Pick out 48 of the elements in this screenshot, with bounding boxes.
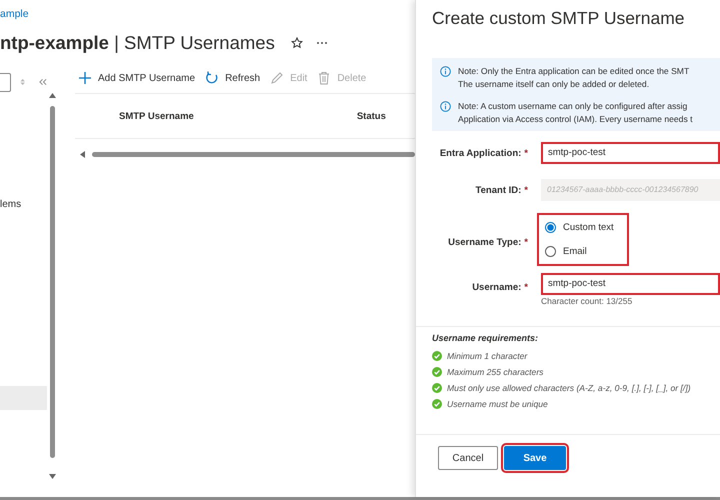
radio-label[interactable]: Custom text [563, 222, 614, 233]
panel-title: Create custom SMTP Username [432, 8, 686, 30]
page-title: ntp-example | SMTP Usernames [0, 32, 275, 54]
collapse-icon [39, 78, 48, 86]
requirement-text: Username must be unique [447, 399, 548, 409]
info-icon [440, 101, 451, 112]
scrollbar-thumb[interactable] [50, 106, 55, 458]
field-label: Tenant ID: [476, 184, 522, 196]
input-field[interactable]: smtp-poc-test [541, 142, 720, 164]
star-icon [290, 37, 303, 49]
requirement-text: Maximum 255 characters [447, 367, 544, 377]
radio-button[interactable] [545, 246, 556, 257]
note-text: Note: A custom username can only be configured after assig Application via Access control (IAM). Every username needs t [458, 100, 693, 125]
breadcrumb-link[interactable]: ample [0, 8, 29, 21]
input-field[interactable]: smtp-poc-test [541, 273, 720, 295]
trash-icon [317, 71, 332, 85]
toolbar-button[interactable]: Refresh [205, 71, 260, 85]
character-count: Character count: 13/255 [541, 296, 634, 306]
column-header[interactable]: SMTP Username [119, 110, 194, 122]
required-mark: * [524, 184, 528, 196]
requirements-heading: Username requirements: [432, 333, 540, 343]
field-label: Entra Application: [440, 148, 522, 158]
pencil-icon [270, 71, 284, 85]
sort-icon [20, 78, 26, 86]
scroll-down-icon [49, 474, 56, 479]
save-button[interactable]: Save [504, 446, 566, 470]
required-mark: * [524, 282, 528, 293]
required-mark: * [524, 148, 528, 158]
sidebar-item[interactable]: lems [0, 195, 47, 215]
scrollbar-thumb[interactable] [92, 152, 415, 157]
scroll-up-icon [49, 93, 56, 98]
search-field[interactable] [0, 72, 11, 92]
field-label: Username Type: [448, 236, 522, 248]
cancel-button[interactable]: Cancel [438, 446, 498, 470]
field-label: Username: [472, 282, 522, 293]
column-header[interactable]: Status [356, 110, 386, 122]
required-mark: * [524, 236, 528, 248]
refresh-icon [205, 71, 220, 85]
plus-icon [78, 71, 92, 85]
radio-label[interactable]: Email [563, 246, 587, 257]
requirement-text: Minimum 1 character [447, 351, 528, 361]
toolbar-button[interactable]: Add SMTP Username [78, 71, 196, 85]
radio-button[interactable] [545, 222, 556, 233]
requirement-text: Must only use allowed characters (A-Z, a-z, 0-9, [.], [-], [_], or [/]) [447, 383, 691, 393]
scroll-left-icon [80, 151, 85, 158]
more-icon [316, 41, 328, 45]
info-icon [440, 66, 451, 77]
note-text: Note: Only the Entra application can be edited once the SMT The username itself can only be added or deleted. [458, 65, 690, 90]
